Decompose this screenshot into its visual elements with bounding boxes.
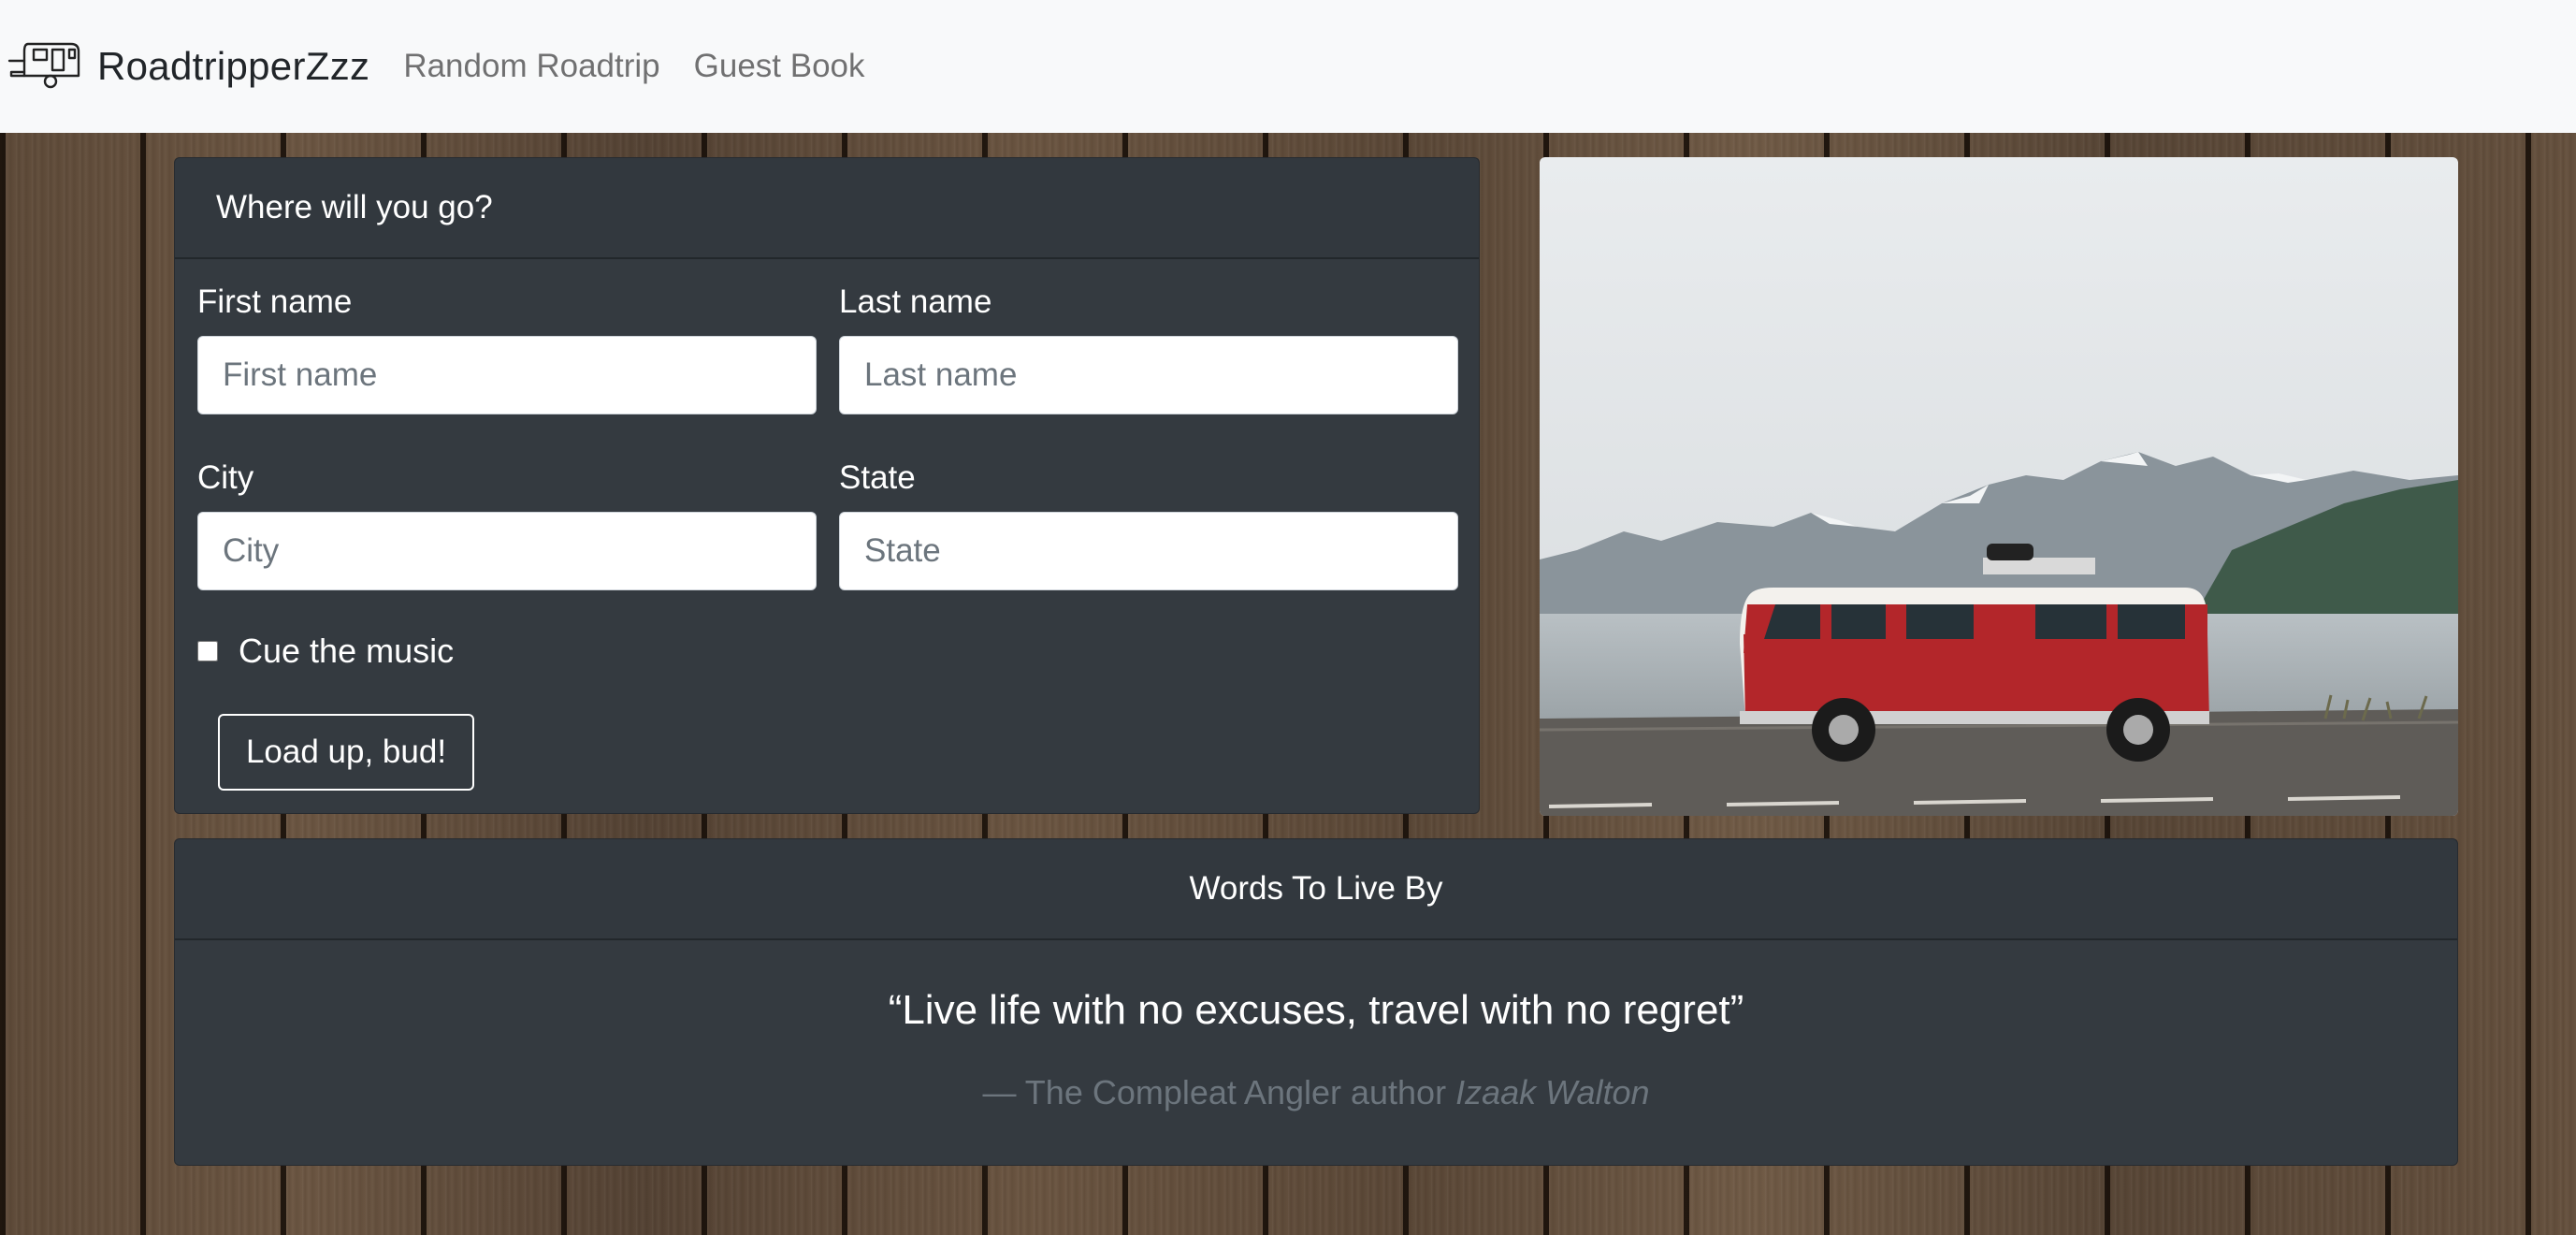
brand[interactable]: RoadtripperZzz [7,36,369,97]
quote-text: “Live life with no excuses, travel with … [888,987,1744,1033]
first-name-label: First name [197,283,353,320]
music-checkbox[interactable] [197,641,218,661]
city-input[interactable] [197,512,817,590]
city-label: City [197,459,254,496]
brand-name: RoadtripperZzz [97,44,370,88]
camper-trailer-icon [7,36,86,97]
form-grid: First name Last name City State [197,282,1460,633]
attribution-prefix: — The Compleat Angler author [982,1073,1456,1112]
quote-card: Words To Live By “Live life with no excu… [174,838,2458,1166]
first-name-group: First name [197,282,817,458]
last-name-input[interactable] [839,336,1458,414]
music-checkbox-label: Cue the music [239,632,455,670]
nav-links: Random Roadtrip Guest Book [403,48,898,85]
trip-form-card: Where will you go? First name Last name … [174,157,1480,814]
state-input[interactable] [839,512,1458,590]
city-group: City [197,458,817,633]
quote-author: Izaak Walton [1455,1073,1650,1112]
state-label: State [839,459,916,496]
form-card-header: Where will you go? [175,158,1479,259]
load-up-button[interactable]: Load up, bud! [218,714,474,791]
quote-body: “Live life with no excuses, travel with … [175,987,2457,1112]
red-van-lake-photo [1540,157,2458,816]
music-checkbox-row[interactable]: Cue the music [197,632,454,671]
navbar: RoadtripperZzz Random Roadtrip Guest Boo… [0,0,2576,133]
last-name-group: Last name [839,282,1458,458]
state-group: State [839,458,1458,633]
last-name-label: Last name [839,283,992,320]
quote-attribution: — The Compleat Angler author Izaak Walto… [175,1073,2457,1112]
quote-card-header: Words To Live By [175,839,2457,940]
first-name-input[interactable] [197,336,817,414]
nav-link-guest-book[interactable]: Guest Book [694,48,865,85]
nav-link-random-roadtrip[interactable]: Random Roadtrip [403,48,659,85]
